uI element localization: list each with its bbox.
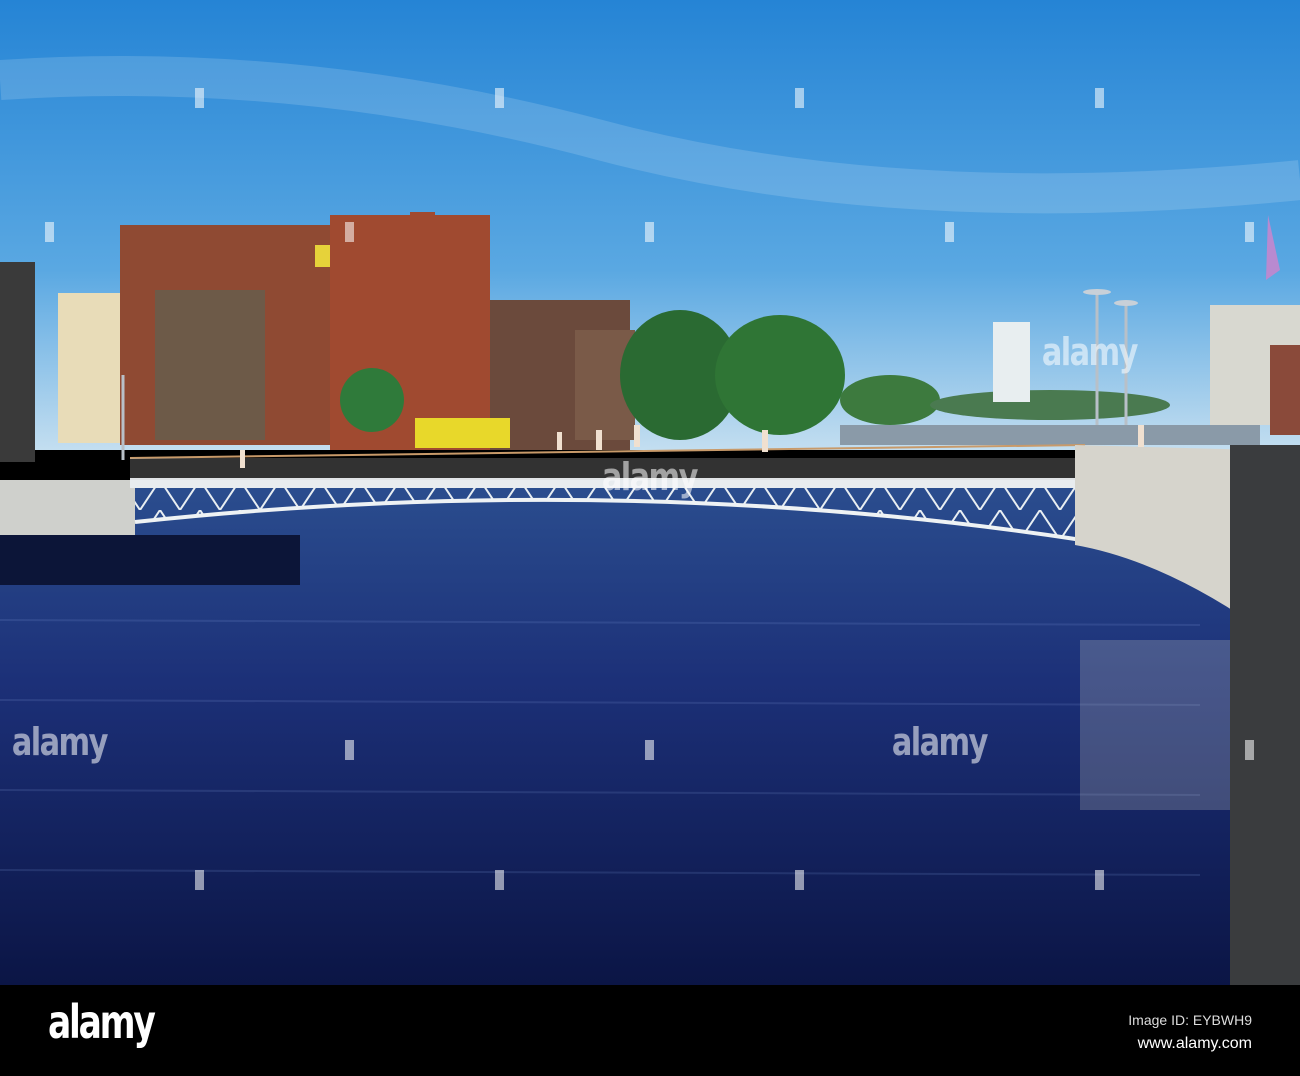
image-id: Image ID: EYBWH9 [1128, 1012, 1252, 1028]
watermark: alamy [891, 720, 989, 764]
watermark-mark [795, 870, 804, 890]
watermark-mark [495, 870, 504, 890]
footer-bar: alamy Image ID: EYBWH9 www.alamy.com [0, 985, 1300, 1076]
watermark: alamy [11, 720, 109, 764]
watermark-mark [345, 740, 354, 760]
watermark-mark [1245, 222, 1254, 242]
left-embankment [0, 480, 135, 535]
watermark: alamy [1041, 330, 1139, 374]
distant-tower [993, 322, 1030, 402]
watermark: alamy [601, 455, 699, 499]
watermark-mark [1245, 740, 1254, 760]
website-link[interactable]: www.alamy.com [1138, 1035, 1252, 1053]
watermark-mark [945, 222, 954, 242]
watermark-mark [1095, 88, 1104, 108]
watermark-mark [195, 870, 204, 890]
watermark-mark [495, 88, 504, 108]
watermark-mark [195, 88, 204, 108]
watermark-mark [795, 88, 804, 108]
watermark-mark [345, 222, 354, 242]
watermark-mark [645, 222, 654, 242]
alamy-logo: alamy [48, 995, 156, 1049]
watermark-mark [1095, 870, 1104, 890]
watermark-mark [645, 740, 654, 760]
watermark-mark [45, 222, 54, 242]
quay-wall [1230, 445, 1300, 985]
stock-photo-page: alamy alamy alamy alamy alamy Image ID: … [0, 0, 1300, 1076]
